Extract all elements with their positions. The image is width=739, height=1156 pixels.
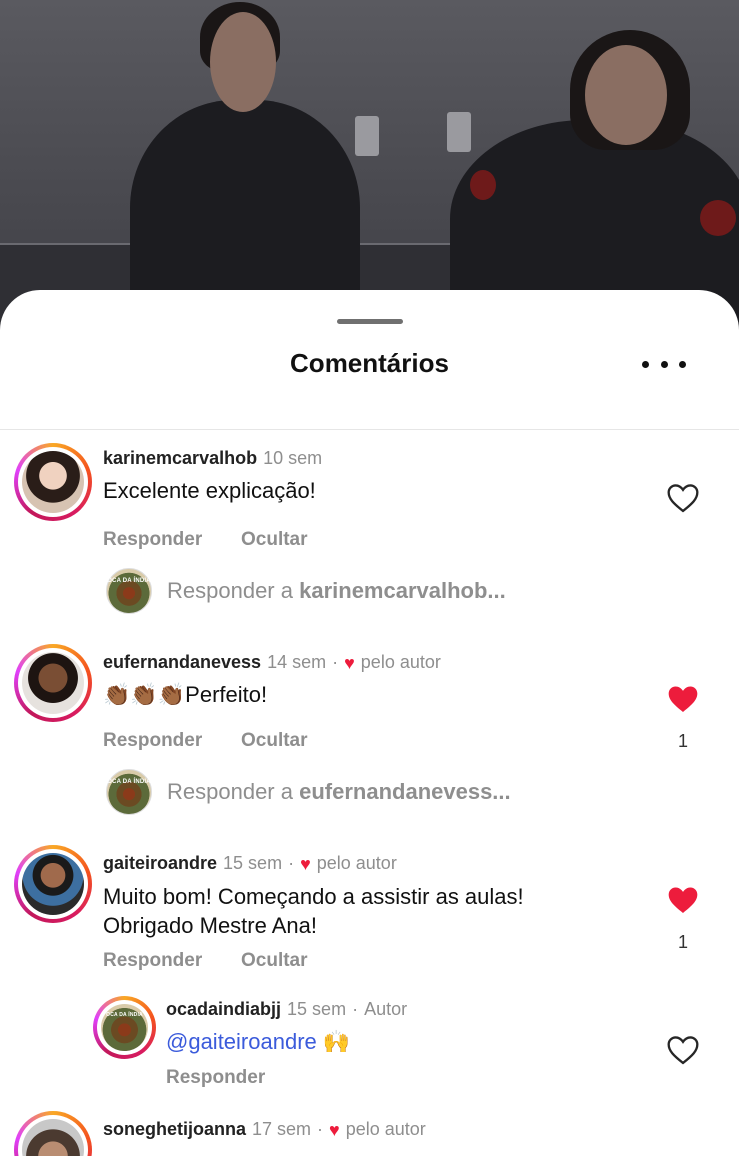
avatar[interactable] [14, 644, 92, 722]
separator-dot: · [352, 999, 359, 1019]
heart-outline-icon[interactable] [666, 1035, 700, 1065]
avatar[interactable] [14, 1111, 92, 1156]
reply-text: @gaiteiroandre 🙌 [166, 1027, 350, 1057]
like-count: 1 [677, 932, 688, 952]
comment-text: Excelente explicação! [103, 478, 316, 503]
reply-button[interactable]: Responder [166, 1067, 265, 1089]
comment-username[interactable]: gaiteiroandre [103, 853, 217, 874]
reply-input[interactable]: Responder a karinemcarvalhob... [167, 578, 506, 604]
comment-time: 14 sem [267, 652, 327, 672]
reply-button[interactable]: Responder [103, 730, 202, 752]
author-heart-icon: ♥ [344, 652, 355, 673]
separator-dot: · [332, 652, 339, 672]
comment-username[interactable]: karinemcarvalhob [103, 448, 257, 469]
gi-patch [700, 200, 736, 236]
video-background [0, 0, 739, 340]
reply-time: 15 sem [287, 999, 347, 1019]
author-role: Autor [364, 999, 408, 1019]
hide-button[interactable]: Ocultar [241, 730, 308, 752]
comment-text-line: Obrigado Mestre Ana! [103, 913, 318, 938]
comment-time: 17 sem [252, 1119, 312, 1139]
oca-avatar: OCA DA ÍNDIA [106, 769, 152, 815]
comments-sheet: Comentários karinemcarvalhob 10 sem Exce… [0, 290, 739, 1156]
reply-button[interactable]: Responder [103, 950, 202, 972]
author-heart-icon: ♥ [329, 1119, 340, 1140]
hide-button[interactable]: Ocultar [241, 529, 308, 551]
hide-button[interactable]: Ocultar [241, 950, 308, 972]
header-divider [0, 429, 739, 430]
separator-dot: · [288, 853, 295, 873]
author-avatar[interactable]: OCA DA ÍNDIA [93, 996, 156, 1059]
person-left-face [210, 12, 276, 112]
heart-outline-icon[interactable] [666, 483, 700, 513]
comment-username[interactable]: eufernandanevess [103, 652, 261, 673]
author-badge: pelo autor [345, 1119, 426, 1139]
comment-text-line: Muito bom! Começando a assistir as aulas… [103, 884, 524, 909]
reply-username[interactable]: ocadaindiabjj [166, 999, 281, 1020]
author-badge: pelo autor [316, 853, 397, 873]
heart-filled-icon[interactable] [666, 885, 700, 915]
reply-emoji: 🙌 [322, 1029, 351, 1054]
like-count: 1 [677, 731, 688, 751]
reply-input[interactable]: Responder a eufernandanevess... [167, 779, 511, 805]
wall-outlet [355, 116, 379, 156]
reply-prompt-user: karinemcarvalhob... [299, 578, 506, 603]
oca-avatar: OCA DA ÍNDIA [106, 568, 152, 614]
sheet-drag-handle[interactable] [337, 319, 403, 324]
comment-username[interactable]: soneghetijoanna [103, 1119, 246, 1140]
author-badge: pelo autor [360, 652, 441, 672]
comment-text: 👏🏾👏🏾👏🏾Perfeito! [103, 682, 268, 707]
person-right-face [585, 45, 667, 145]
reply-prompt-prefix: Responder a [167, 779, 293, 804]
comment-time: 15 sem [223, 853, 283, 873]
gi-patch [470, 170, 496, 200]
mention-link[interactable]: @gaiteiroandre [166, 1029, 317, 1054]
avatar[interactable] [14, 443, 92, 521]
more-options-icon[interactable] [642, 352, 686, 376]
reply-button[interactable]: Responder [103, 529, 202, 551]
separator-dot: · [317, 1119, 324, 1139]
comment-time: 10 sem [263, 448, 323, 468]
sheet-title: Comentários [290, 348, 449, 378]
reply-prompt-user: eufernandanevess... [299, 779, 511, 804]
heart-filled-icon[interactable] [666, 684, 700, 714]
avatar[interactable] [14, 845, 92, 923]
wall-switch [447, 112, 471, 152]
reply-prompt-prefix: Responder a [167, 578, 293, 603]
author-heart-icon: ♥ [300, 853, 311, 874]
